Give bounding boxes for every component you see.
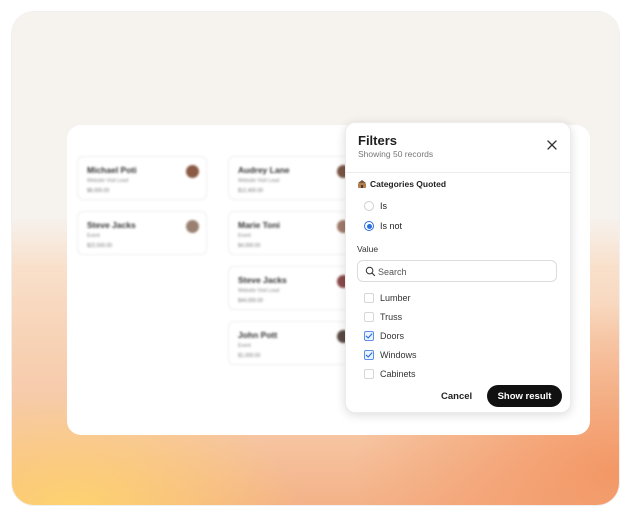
radio-is[interactable]: Is [364,201,387,211]
deal-source: Event [238,233,251,239]
option-cabinets[interactable]: Cabinets [364,369,416,379]
checkbox[interactable] [364,312,374,322]
show-result-button[interactable]: Show result [487,385,562,407]
option-label: Cabinets [380,369,416,379]
close-icon[interactable] [546,139,558,151]
filters-title: Filters [358,133,398,148]
search-input[interactable]: Search [357,260,557,282]
option-label: Doors [380,331,405,341]
section-label: Categories Quoted [370,179,447,189]
deal-card[interactable]: Michael Poti Website Visit Lead $8,000.0… [77,156,207,200]
option-truss[interactable]: Truss [364,312,402,322]
deal-card[interactable]: Marie Toni Event $4,000.00 [228,211,358,255]
records-count: Showing 50 records [358,149,434,159]
deal-name: Steve Jacks [87,220,136,230]
radio-label: Is not [380,221,403,231]
option-windows[interactable]: Windows [364,350,417,360]
deal-amount: $22,500.00 [87,243,113,249]
filters-panel: Filters Showing 50 records Categories Qu… [345,122,571,413]
radio-button[interactable] [364,201,374,211]
deal-card[interactable]: Audrey Lane Website Visit Lead $12,400.0… [228,156,358,200]
divider [346,172,570,173]
deal-card[interactable]: Steve Jacks Website Visit Lead $44,000.0… [228,266,358,310]
search-placeholder: Search [378,267,407,277]
deal-name: Marie Toni [238,220,280,230]
value-label: Value [357,244,379,254]
cancel-button[interactable]: Cancel [441,391,472,402]
option-lumber[interactable]: Lumber [364,293,411,303]
option-label: Lumber [380,293,411,303]
categories-icon [358,180,366,188]
checkbox[interactable] [364,293,374,303]
option-label: Truss [380,312,403,322]
checkbox-checked[interactable] [364,331,374,341]
radio-label: Is [380,201,388,211]
deal-source: Website Visit Lead [238,288,280,294]
deal-amount: $12,400.00 [238,188,264,194]
check-icon [365,352,373,358]
deal-amount: $1,000.00 [238,353,261,359]
radio-button-selected[interactable] [364,221,374,231]
option-label: Windows [380,350,417,360]
deal-source: Website Visit Lead [238,178,280,184]
deal-source: Website Visit Lead [87,178,129,184]
section-header: Categories Quoted [357,179,446,189]
radio-is-not[interactable]: Is not [364,221,402,231]
deal-amount: $8,000.00 [87,188,110,194]
deal-amount: $44,000.00 [238,298,264,304]
deal-source: Event [87,233,100,239]
check-icon [365,333,373,339]
deal-card[interactable]: Steve Jacks Event $22,500.00 [77,211,207,255]
deal-card[interactable]: John Pott Event $1,000.00 [228,321,358,365]
avatar [186,165,199,178]
deal-amount: $4,000.00 [238,243,261,249]
deal-name: Michael Poti [87,165,137,175]
option-doors[interactable]: Doors [364,331,404,341]
deal-source: Event [238,343,251,349]
search-icon [365,266,376,277]
deal-name: Audrey Lane [238,165,290,175]
checkbox-checked[interactable] [364,350,374,360]
deal-name: John Pott [238,330,278,340]
deal-name: Steve Jacks [238,275,287,285]
checkbox[interactable] [364,369,374,379]
avatar [186,220,199,233]
